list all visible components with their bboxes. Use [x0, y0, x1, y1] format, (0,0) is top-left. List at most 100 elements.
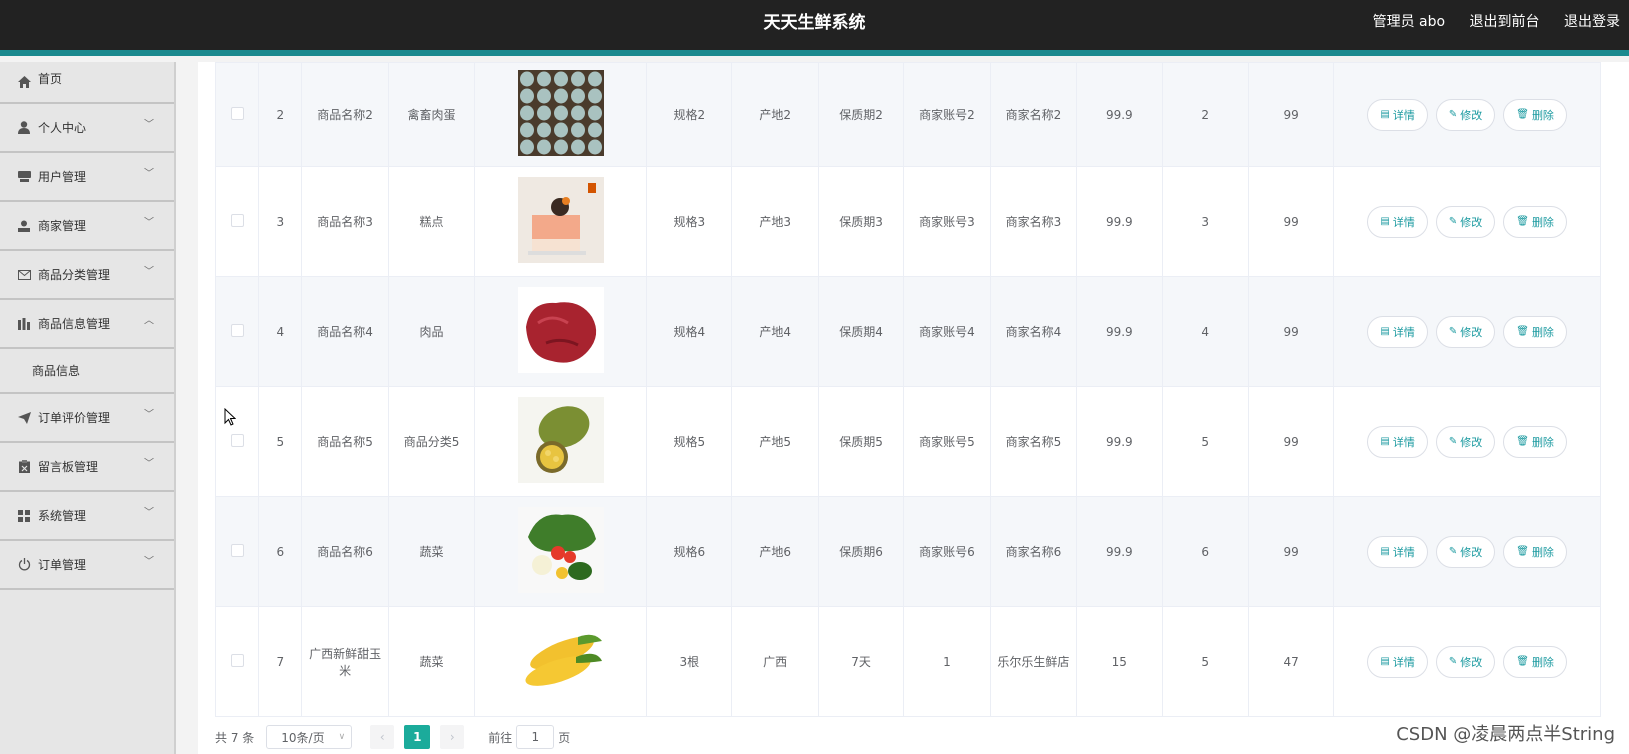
- cell-value-1: 5: [1201, 654, 1210, 669]
- edit-label: 修改: [1460, 545, 1483, 559]
- cell-price: 99.9: [1105, 324, 1133, 339]
- row-actions: ▤ 详情 ✎ 修改 🗑 删除: [1338, 315, 1596, 348]
- detail-button[interactable]: ▤ 详情: [1367, 645, 1428, 678]
- cell-origin: 产地2: [759, 108, 791, 122]
- merchant-cell: 商家名称4: [989, 276, 1078, 387]
- cell-category: 蔬菜: [419, 545, 444, 559]
- edit-button[interactable]: ✎ 修改: [1435, 98, 1496, 131]
- next-page-button[interactable]: ›: [440, 725, 465, 749]
- origin-cell: 产地6: [731, 496, 819, 607]
- cell-value-1: 6: [1201, 544, 1210, 559]
- delete-label: 删除: [1531, 435, 1554, 449]
- id-cell: 7: [258, 606, 303, 717]
- delete-button[interactable]: 🗑 删除: [1503, 535, 1567, 568]
- sidebar-item-label: 个人中心: [38, 121, 87, 135]
- name-cell: 商品名称2: [301, 62, 389, 167]
- edit-button[interactable]: ✎ 修改: [1435, 315, 1496, 348]
- top-bar: 天天生鲜系统 管理员 abo 退出到前台 退出登录: [0, 0, 1629, 56]
- delete-button[interactable]: 🗑 删除: [1503, 645, 1567, 678]
- row-checkbox[interactable]: [230, 213, 244, 227]
- page-size-select[interactable]: 10条/页 ∨: [266, 725, 353, 749]
- delete-button[interactable]: 🗑 删除: [1503, 98, 1567, 131]
- sidebar-item-label: 系统管理: [38, 509, 87, 523]
- delete-button[interactable]: 🗑 删除: [1503, 425, 1567, 458]
- page-number-1[interactable]: 1: [404, 725, 431, 749]
- sidebar-item-home[interactable]: 首页: [0, 62, 174, 104]
- cell-value-2: 99: [1283, 434, 1299, 449]
- cell-name: 商品名称5: [317, 435, 373, 449]
- cell-value-2: 47: [1283, 654, 1299, 669]
- value1-cell: 2: [1161, 62, 1249, 167]
- cell-merchant-name: 乐尔乐生鲜店: [997, 655, 1070, 669]
- id-cell: 2: [258, 62, 303, 167]
- sidebar-item-categories[interactable]: 商品分类管理 ﹀: [0, 251, 174, 300]
- actions-cell: ▤ 详情 ✎ 修改 🗑 删除: [1333, 606, 1601, 717]
- detail-button[interactable]: ▤ 详情: [1367, 98, 1428, 131]
- row-checkbox[interactable]: [230, 433, 244, 447]
- row-checkbox[interactable]: [230, 543, 244, 557]
- cell-shelf-life: 保质期3: [839, 215, 883, 229]
- account-cell: 商家账号6: [903, 496, 991, 607]
- checkbox-cell: [214, 276, 260, 387]
- actions-cell: ▤ 详情 ✎ 修改 🗑 删除: [1333, 496, 1601, 607]
- cell-merchant-account: 商家账号2: [919, 108, 975, 122]
- page-size-value: 10条/页: [281, 730, 325, 745]
- sidebar-item-product-info[interactable]: 商品信息管理 ︿: [0, 300, 174, 349]
- sidebar-item-system[interactable]: 系统管理 ﹀: [0, 492, 174, 541]
- prev-page-button[interactable]: ‹: [370, 725, 395, 749]
- delete-label: 删除: [1531, 325, 1554, 339]
- cell-shelf-life: 保质期5: [839, 435, 883, 449]
- edit-label: 修改: [1460, 108, 1483, 122]
- shelf-cell: 保质期4: [817, 276, 905, 387]
- price-cell: 99.9: [1076, 386, 1163, 497]
- delete-label: 删除: [1531, 545, 1554, 559]
- edit-button[interactable]: ✎ 修改: [1435, 535, 1496, 568]
- value1-cell: 5: [1161, 606, 1249, 717]
- sidebar-item-users[interactable]: 用户管理 ﹀: [0, 153, 174, 202]
- logout-link[interactable]: 退出登录: [1564, 14, 1620, 30]
- checkbox-cell: [214, 606, 260, 717]
- shelf-cell: 保质期6: [817, 496, 905, 607]
- detail-button[interactable]: ▤ 详情: [1367, 535, 1428, 568]
- home-icon: [17, 75, 31, 89]
- price-cell: 15: [1076, 606, 1163, 717]
- chevron-down-icon: ﹀: [144, 556, 154, 568]
- row-checkbox[interactable]: [230, 653, 244, 667]
- cell-spec: 规格6: [673, 545, 706, 559]
- row-checkbox[interactable]: [230, 106, 244, 120]
- edit-button[interactable]: ✎ 修改: [1435, 205, 1496, 238]
- row-checkbox[interactable]: [230, 323, 244, 337]
- cell-value-2: 99: [1283, 324, 1299, 339]
- cell-name: 商品名称2: [317, 108, 373, 122]
- cell-origin: 产地6: [759, 545, 791, 559]
- sidebar-item-message-board[interactable]: 留言板管理 ﹀: [0, 443, 174, 492]
- cell-category: 蔬菜: [419, 655, 444, 669]
- edit-button[interactable]: ✎ 修改: [1435, 425, 1496, 458]
- sidebar-subitem-product-info[interactable]: 商品信息: [0, 349, 174, 394]
- spec-cell: 规格6: [646, 496, 733, 607]
- name-cell: 商品名称3: [301, 166, 389, 277]
- trash-icon: 🗑: [1516, 656, 1529, 667]
- checkbox-cell: [214, 386, 260, 497]
- sidebar-item-orders[interactable]: 订单管理 ﹀: [0, 541, 174, 590]
- delete-button[interactable]: 🗑 删除: [1503, 205, 1567, 238]
- pencil-icon: ✎: [1448, 436, 1458, 447]
- table-row: 2 商品名称2 禽畜肉蛋 规格2 产地2 保质期2 商家账号2 商家名称2 99.9 2 99 ▤ 详情…: [214, 62, 1601, 167]
- cell-merchant-name: 商家名称3: [1005, 215, 1062, 229]
- shelf-cell: 保质期5: [817, 386, 905, 497]
- detail-button[interactable]: ▤ 详情: [1367, 425, 1428, 458]
- delete-button[interactable]: 🗑 删除: [1503, 315, 1567, 348]
- cell-category: 肉品: [419, 325, 444, 339]
- detail-button[interactable]: ▤ 详情: [1367, 315, 1428, 348]
- edit-button[interactable]: ✎ 修改: [1435, 645, 1496, 678]
- cell-name: 商品名称3: [317, 215, 373, 229]
- sidebar-item-merchants[interactable]: 商家管理 ﹀: [0, 202, 174, 251]
- image-cell: [474, 606, 648, 717]
- exit-to-front-link[interactable]: 退出到前台: [1470, 14, 1540, 30]
- goto-page-input[interactable]: 1: [516, 725, 555, 749]
- detail-label: 详情: [1392, 435, 1415, 449]
- sidebar-item-order-reviews[interactable]: 订单评价管理 ﹀: [0, 394, 174, 443]
- origin-cell: 产地5: [731, 386, 819, 497]
- sidebar-item-personal[interactable]: 个人中心 ﹀: [0, 104, 174, 153]
- detail-button[interactable]: ▤ 详情: [1367, 205, 1428, 238]
